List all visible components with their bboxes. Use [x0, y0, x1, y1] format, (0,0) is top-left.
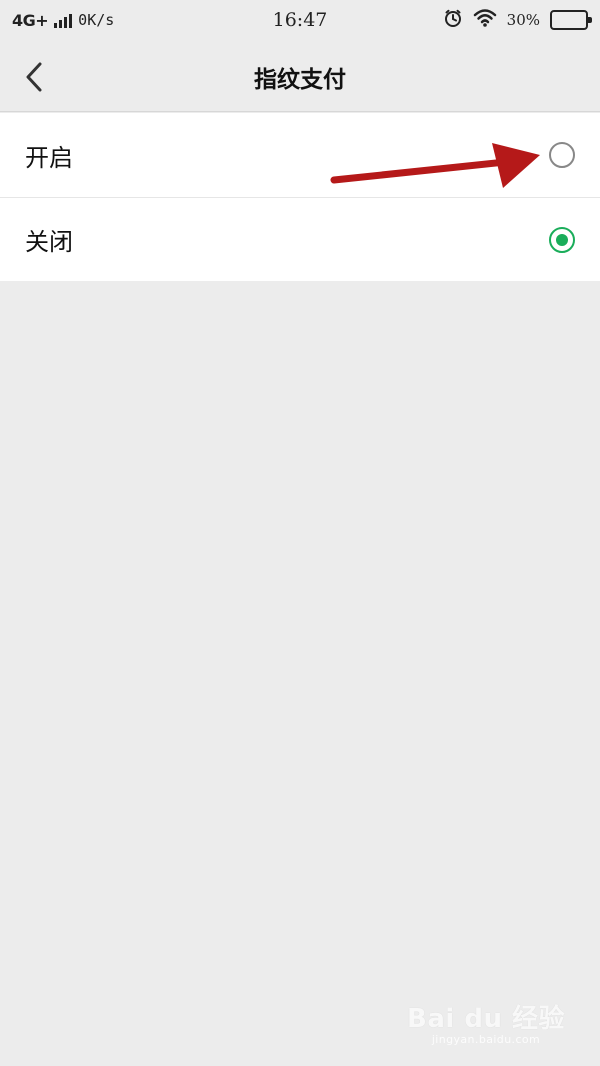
phone-screen: 4G+ 0K/s 16:47 30% 指纹支付 开启 关闭 Bai du 经验 … — [0, 0, 600, 1066]
navigation-bar: 指纹支付 — [0, 40, 600, 112]
network-speed: 0K/s — [78, 11, 115, 29]
radio-button-unselected[interactable] — [549, 142, 575, 168]
network-type: 4G+ — [12, 10, 49, 30]
watermark-main-text: Bai du 经验 — [407, 1004, 565, 1034]
alarm-icon — [443, 8, 463, 32]
clock: 16:47 — [272, 9, 328, 31]
status-bar: 4G+ 0K/s 16:47 30% — [0, 0, 600, 40]
option-label: 开启 — [25, 143, 73, 172]
battery-percentage: 30% — [506, 11, 540, 29]
option-label: 关闭 — [25, 228, 73, 256]
battery-icon — [550, 10, 592, 30]
baidu-watermark: Bai du 经验 jingyan.baidu.com — [407, 998, 565, 1046]
wifi-icon — [473, 8, 497, 32]
status-right: 30% — [408, 8, 592, 32]
fingerprint-payment-options: 开启 关闭 — [0, 113, 600, 281]
page-title: 指纹支付 — [254, 66, 346, 93]
option-row-disable[interactable]: 关闭 — [0, 197, 600, 281]
signal-icon — [54, 12, 73, 28]
radio-button-selected[interactable] — [549, 226, 575, 253]
option-row-enable[interactable]: 开启 — [0, 113, 600, 197]
